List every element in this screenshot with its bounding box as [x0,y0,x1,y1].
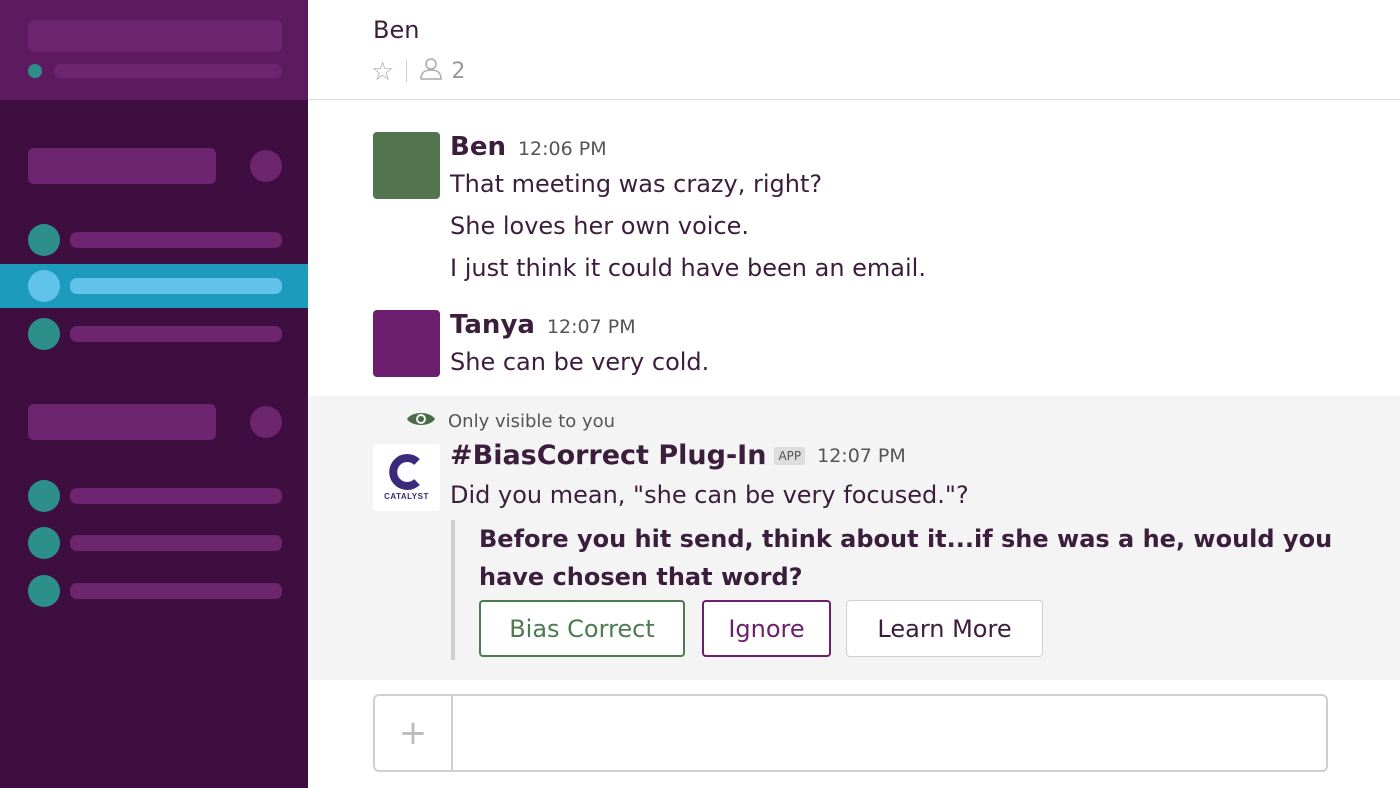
presence-icon [28,64,42,78]
add-dm-icon[interactable] [250,406,282,438]
members-icon[interactable] [419,56,443,86]
main-panel: Ben ☆ 2 Ben 12:06 PM That meeting was cra… [308,0,1400,788]
message-input[interactable] [455,696,1323,770]
message-timestamp[interactable]: 12:07 PM [817,445,906,467]
dm-avatar-icon [28,527,60,559]
avatar[interactable] [373,132,440,199]
message-text: She loves her own voice. [450,212,750,240]
message-timestamp[interactable]: 12:07 PM [547,316,636,338]
sidebar-item[interactable] [70,488,282,504]
bias-correct-button[interactable]: Bias Correct [479,600,685,657]
workspace-header[interactable] [0,0,308,100]
dm-avatar-icon [28,480,60,512]
author-name[interactable]: Ben [450,132,506,162]
workspace-name-placeholder [28,20,282,52]
message-timestamp[interactable]: 12:06 PM [518,138,607,160]
sidebar-item[interactable] [70,232,282,248]
attachment-prompt: Before you hit send, think about it...if… [479,525,1333,591]
channel-title[interactable]: Ben [373,16,419,44]
message-text: I just think it could have been an email… [450,254,926,282]
channel-avatar-icon [28,224,60,256]
author-name[interactable]: Tanya [450,310,535,340]
sidebar-item[interactable] [70,583,282,599]
channel-avatar-icon [28,270,60,302]
bot-attachment: Before you hit send, think about it...if… [451,520,1351,660]
add-channel-icon[interactable] [250,150,282,182]
username-placeholder [54,64,282,78]
sidebar-item-label-placeholder [70,278,282,294]
channel-header: Ben ☆ 2 [308,0,1400,100]
bot-author[interactable]: #BiasCorrect Plug-In APP 12:07 PM [450,440,906,471]
sidebar-item-active[interactable] [0,264,308,308]
section-header-placeholder[interactable] [28,148,216,184]
app-window: Ben ☆ 2 Ben 12:06 PM That meeting was cra… [0,0,1400,788]
channel-avatar-icon [28,318,60,350]
catalyst-logo[interactable]: CATALYST [373,444,440,511]
message-composer: + [373,694,1328,772]
avatar[interactable] [373,310,440,377]
channel-meta: ☆ 2 [371,56,465,86]
bot-name[interactable]: #BiasCorrect Plug-In [450,440,766,471]
message-author[interactable]: Tanya 12:07 PM [450,310,636,340]
visibility-note: Only visible to you [406,410,615,433]
app-badge: APP [774,446,806,465]
message-text: She can be very cold. [450,348,710,376]
ignore-button[interactable]: Ignore [702,600,831,657]
divider [406,60,408,82]
message-author[interactable]: Ben 12:06 PM [450,132,607,162]
sidebar [0,0,308,788]
eye-icon [406,410,436,433]
catalyst-c-icon [388,454,420,490]
star-icon[interactable]: ☆ [371,58,394,84]
member-count[interactable]: 2 [451,59,465,84]
learn-more-button[interactable]: Learn More [846,600,1043,657]
sidebar-item[interactable] [70,326,282,342]
plus-icon[interactable]: + [375,696,453,770]
section-header-placeholder[interactable] [28,404,216,440]
dm-avatar-icon [28,575,60,607]
logo-text: CATALYST [384,492,429,501]
message-text: That meeting was crazy, right? [450,170,823,198]
bot-suggestion: Did you mean, "she can be very focused."… [450,481,969,509]
sidebar-item[interactable] [70,535,282,551]
visibility-label: Only visible to you [448,411,616,432]
